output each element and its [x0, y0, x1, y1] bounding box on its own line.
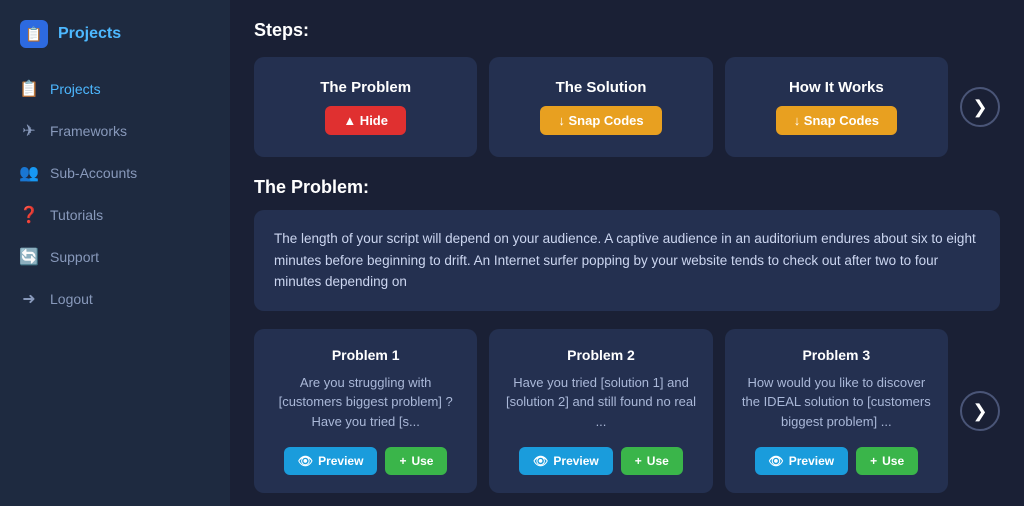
sidebar: 📋 Projects 📋 Projects ✈ Frameworks 👥 Sub… — [0, 0, 230, 506]
problem-2-title: Problem 2 — [567, 347, 635, 363]
step-card-problem: The Problem ▲ Hide — [254, 57, 477, 157]
use-button-3[interactable]: + Use — [856, 447, 918, 475]
problem-2-text: Have you tried [solution 1] and [solutio… — [505, 373, 696, 432]
sidebar-item-frameworks[interactable]: ✈ Frameworks — [0, 110, 230, 152]
sidebar-logo: 📋 Projects — [0, 10, 230, 68]
logo-icon: 📋 — [20, 20, 48, 48]
sidebar-item-sub-accounts-label: Sub-Accounts — [50, 165, 137, 181]
logout-icon: ➜ — [20, 290, 38, 308]
eye-icon-2: 👁 — [533, 454, 548, 468]
sidebar-item-logout[interactable]: ➜ Logout — [0, 278, 230, 320]
problem-cards-row: Problem 1 Are you struggling with [custo… — [254, 329, 1000, 494]
problem-3-buttons: 👁 Preview + Use — [755, 447, 919, 475]
frameworks-icon: ✈ — [20, 122, 38, 140]
sidebar-item-logout-label: Logout — [50, 291, 93, 307]
sidebar-item-tutorials[interactable]: ❓ Tutorials — [0, 194, 230, 236]
sidebar-item-projects[interactable]: 📋 Projects — [0, 68, 230, 110]
eye-icon-3: 👁 — [769, 454, 784, 468]
problem-1-text: Are you struggling with [customers bigge… — [270, 373, 461, 432]
use-button-2[interactable]: + Use — [621, 447, 683, 475]
problem-section-title: The Problem: — [254, 177, 1000, 198]
problem-1-buttons: 👁 Preview + Use — [284, 447, 448, 475]
step-card-how-it-works: How It Works ↓ Snap Codes — [725, 57, 948, 157]
step-2-title: The Solution — [556, 79, 647, 96]
use-button-1[interactable]: + Use — [385, 447, 447, 475]
steps-row: The Problem ▲ Hide The Solution ↓ Snap C… — [254, 57, 1000, 157]
plus-icon-1: + — [399, 454, 406, 468]
plus-icon-2: + — [635, 454, 642, 468]
problem-3-title: Problem 3 — [802, 347, 870, 363]
snap-codes-button-how[interactable]: ↓ Snap Codes — [776, 106, 897, 135]
sidebar-item-support-label: Support — [50, 249, 99, 265]
problem-3-text: How would you like to discover the IDEAL… — [741, 373, 932, 432]
problem-card-2: Problem 2 Have you tried [solution 1] an… — [489, 329, 712, 494]
sidebar-item-support[interactable]: 🔄 Support — [0, 236, 230, 278]
sidebar-item-tutorials-label: Tutorials — [50, 207, 103, 223]
steps-title: Steps: — [254, 20, 1000, 41]
sidebar-item-projects-label: Projects — [50, 81, 101, 97]
support-icon: 🔄 — [20, 248, 38, 266]
preview-button-1[interactable]: 👁 Preview — [284, 447, 378, 475]
chevron-right-icon-2: ❯ — [972, 401, 987, 422]
hide-button[interactable]: ▲ Hide — [325, 106, 406, 135]
chevron-right-icon: ❯ — [972, 97, 987, 118]
step-card-solution: The Solution ↓ Snap Codes — [489, 57, 712, 157]
step-1-title: The Problem — [320, 79, 411, 96]
main-content: Steps: The Problem ▲ Hide The Solution ↓… — [230, 0, 1024, 506]
snap-codes-button-solution[interactable]: ↓ Snap Codes — [540, 106, 661, 135]
problem-card-1: Problem 1 Are you struggling with [custo… — [254, 329, 477, 494]
sub-accounts-icon: 👥 — [20, 164, 38, 182]
problem-text: The length of your script will depend on… — [274, 231, 976, 289]
problem-card-3: Problem 3 How would you like to discover… — [725, 329, 948, 494]
plus-icon-3: + — [870, 454, 877, 468]
problem-1-title: Problem 1 — [332, 347, 400, 363]
preview-button-2[interactable]: 👁 Preview — [519, 447, 613, 475]
projects-icon: 📋 — [20, 80, 38, 98]
tutorials-icon: ❓ — [20, 206, 38, 224]
step-3-title: How It Works — [789, 79, 884, 96]
preview-button-3[interactable]: 👁 Preview — [755, 447, 849, 475]
eye-icon-1: 👁 — [298, 454, 313, 468]
sidebar-item-frameworks-label: Frameworks — [50, 123, 127, 139]
problem-2-buttons: 👁 Preview + Use — [519, 447, 683, 475]
cards-next-arrow[interactable]: ❯ — [960, 391, 1000, 431]
sidebar-logo-label: Projects — [58, 25, 121, 43]
steps-next-arrow[interactable]: ❯ — [960, 87, 1000, 127]
problem-text-box: The length of your script will depend on… — [254, 210, 1000, 311]
sidebar-item-sub-accounts[interactable]: 👥 Sub-Accounts — [0, 152, 230, 194]
